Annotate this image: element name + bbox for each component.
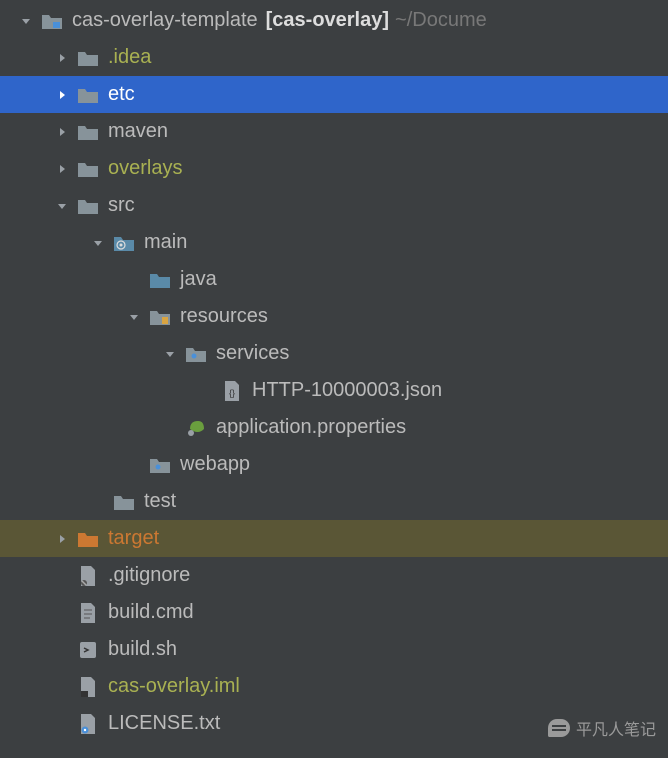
tree-row-webapp[interactable]: webapp (0, 446, 668, 483)
chat-icon (548, 719, 570, 737)
chevron-right-icon[interactable] (54, 50, 70, 66)
tree-label: cas-overlay.iml (108, 675, 240, 698)
arrow-spacer (126, 272, 142, 288)
svg-text:{}: {} (229, 388, 235, 398)
tree-row-src[interactable]: src (0, 187, 668, 224)
tree-label: src (108, 194, 135, 217)
tree-label: services (216, 342, 289, 365)
arrow-spacer (198, 383, 214, 399)
file-sh-icon (76, 638, 100, 662)
tree-label: main (144, 231, 187, 254)
file-git-icon (76, 564, 100, 588)
tree-label: LICENSE.txt (108, 712, 220, 735)
chevron-right-icon[interactable] (54, 531, 70, 547)
file-iml-icon (76, 675, 100, 699)
folder-source-icon (148, 268, 172, 292)
tree-row-app-props[interactable]: application.properties (0, 409, 668, 446)
folder-orange-icon (76, 527, 100, 551)
arrow-spacer (54, 679, 70, 695)
tree-label: .gitignore (108, 564, 190, 587)
tree-row-test[interactable]: test (0, 483, 668, 520)
tree-label: .idea (108, 46, 151, 69)
path-suffix: ~/Docume (395, 9, 487, 32)
tree-label: HTTP-10000003.json (252, 379, 442, 402)
file-leaf-icon (184, 416, 208, 440)
chevron-down-icon[interactable] (126, 309, 142, 325)
arrow-spacer (54, 716, 70, 732)
arrow-spacer (54, 605, 70, 621)
tree-label: target (108, 527, 159, 550)
folder-dot-icon (184, 342, 208, 366)
file-json-icon: {} (220, 379, 244, 403)
folder-icon (76, 120, 100, 144)
tree-row-java[interactable]: java (0, 261, 668, 298)
tree-row-build-sh[interactable]: build.sh (0, 631, 668, 668)
folder-module-icon (40, 9, 64, 33)
chevron-right-icon[interactable] (54, 87, 70, 103)
tree-label: etc (108, 83, 135, 106)
tree-row-idea[interactable]: .idea (0, 39, 668, 76)
folder-resources-icon (148, 305, 172, 329)
chevron-down-icon[interactable] (90, 235, 106, 251)
arrow-spacer (162, 420, 178, 436)
folder-icon (76, 157, 100, 181)
tree-label: test (144, 490, 176, 513)
tree-row-gitignore[interactable]: .gitignore (0, 557, 668, 594)
tree-row-cas-iml[interactable]: cas-overlay.iml (0, 668, 668, 705)
tree-label: build.cmd (108, 601, 194, 624)
tree-row-main[interactable]: main (0, 224, 668, 261)
project-tree: cas-overlay-template [cas-overlay] ~/Docum… (0, 0, 668, 742)
arrow-spacer (54, 568, 70, 584)
watermark: 平凡人笔记 (548, 716, 656, 740)
folder-icon (76, 46, 100, 70)
tree-row-root[interactable]: cas-overlay-template [cas-overlay] ~/Docum… (0, 2, 668, 39)
tree-label: cas-overlay-template (72, 9, 258, 32)
folder-icon (112, 490, 136, 514)
tree-label: maven (108, 120, 168, 143)
chevron-down-icon[interactable] (54, 198, 70, 214)
tree-label: build.sh (108, 638, 177, 661)
tree-label: webapp (180, 453, 250, 476)
arrow-spacer (126, 457, 142, 473)
tree-row-overlays[interactable]: overlays (0, 150, 668, 187)
chevron-down-icon[interactable] (162, 346, 178, 362)
tree-row-resources[interactable]: resources (0, 298, 668, 335)
chevron-right-icon[interactable] (54, 124, 70, 140)
module-context: [cas-overlay] (266, 9, 389, 32)
tree-row-build-cmd[interactable]: build.cmd (0, 594, 668, 631)
folder-icon (76, 83, 100, 107)
folder-gear-icon (112, 231, 136, 255)
tree-label: overlays (108, 157, 182, 180)
file-text-icon (76, 601, 100, 625)
arrow-spacer (90, 494, 106, 510)
watermark-text: 平凡人笔记 (576, 716, 656, 740)
tree-label: java (180, 268, 217, 291)
tree-row-etc[interactable]: etc (0, 76, 668, 113)
tree-label: resources (180, 305, 268, 328)
tree-row-http-json[interactable]: {} HTTP-10000003.json (0, 372, 668, 409)
arrow-spacer (54, 642, 70, 658)
tree-label: application.properties (216, 416, 406, 439)
chevron-down-icon[interactable] (18, 13, 34, 29)
folder-dot-icon (148, 453, 172, 477)
chevron-right-icon[interactable] (54, 161, 70, 177)
file-gear-icon (76, 712, 100, 736)
folder-icon (76, 194, 100, 218)
tree-row-target[interactable]: target (0, 520, 668, 557)
tree-row-services[interactable]: services (0, 335, 668, 372)
tree-row-maven[interactable]: maven (0, 113, 668, 150)
